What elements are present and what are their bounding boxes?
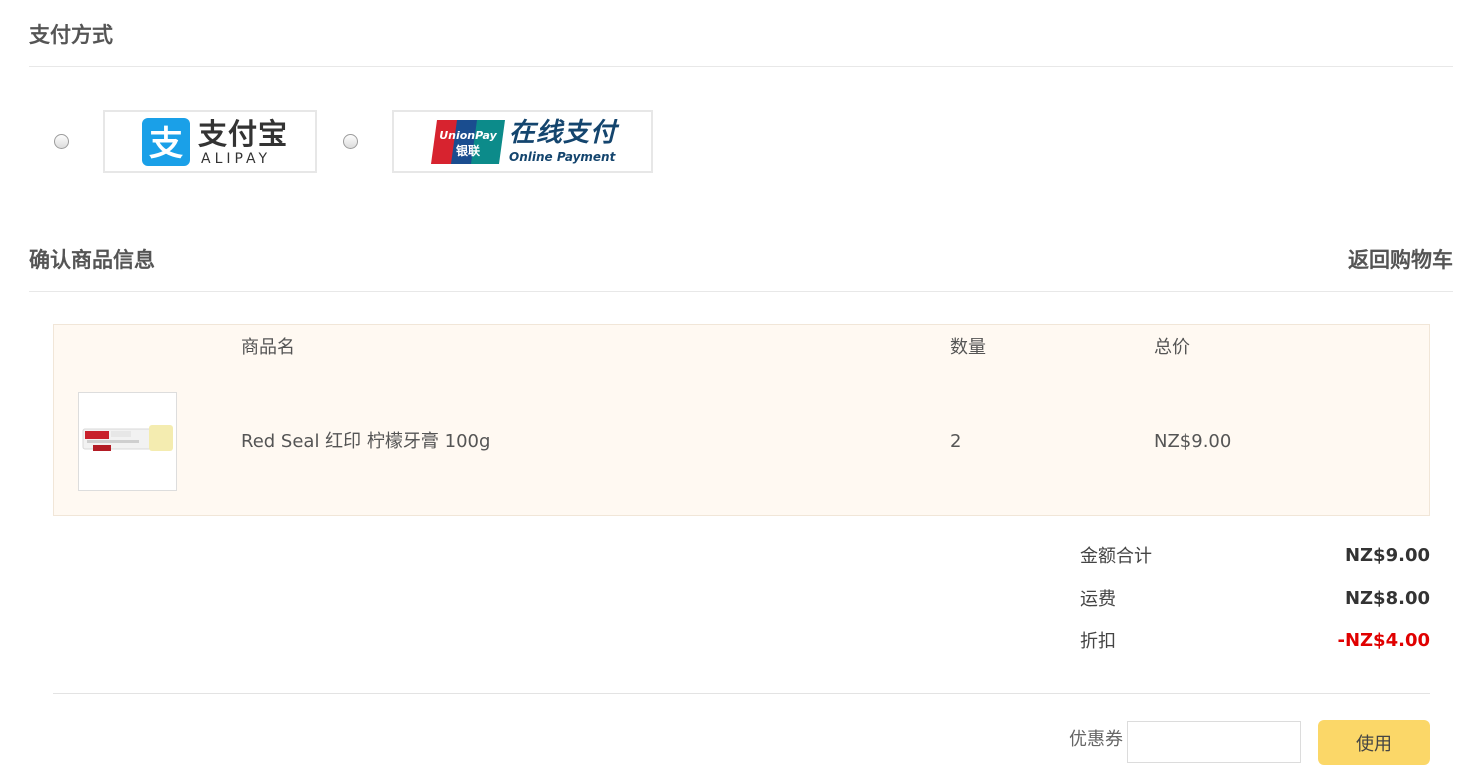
unionpay-logo-text: 在线支付	[509, 118, 618, 148]
subtotal-label: 金额合计	[1080, 546, 1152, 567]
unionpay-mark-text: UnionPay	[439, 129, 497, 142]
subtotal-value: NZ$9.00	[1344, 545, 1430, 566]
summary-divider	[53, 693, 1430, 694]
alipay-radio[interactable]	[54, 134, 69, 149]
alipay-logo-subtext: ALIPAY	[201, 151, 272, 167]
alipay-logo-text: 支付宝	[198, 117, 289, 151]
header-product-name: 商品名	[241, 337, 295, 358]
shipping-label: 运费	[1080, 589, 1116, 610]
svg-text:支: 支	[149, 124, 183, 164]
unionpay-radio[interactable]	[343, 134, 358, 149]
coupon-label: 优惠券	[1069, 729, 1123, 750]
alipay-option[interactable]: 支 支付宝 ALIPAY	[103, 110, 317, 173]
product-quantity: 2	[950, 431, 962, 452]
product-total: NZ$9.00	[1154, 431, 1232, 452]
unionpay-option[interactable]: UnionPay 银联 在线支付 Online Payment	[392, 110, 653, 173]
payment-section-header: 支付方式	[29, 20, 1453, 67]
header-total: 总价	[1154, 337, 1190, 358]
discount-value: -NZ$4.00	[1337, 630, 1430, 651]
confirm-section-title: 确认商品信息	[29, 248, 155, 272]
product-thumbnail[interactable]	[78, 392, 177, 491]
goods-table: 商品名 数量 总价 Red Seal 红印 柠檬牙膏 100g 2 NZ$9.0…	[53, 324, 1430, 516]
alipay-logo-icon: 支	[142, 118, 190, 166]
use-coupon-button[interactable]: 使用	[1318, 720, 1430, 765]
unionpay-logo-icon: UnionPay 银联	[431, 120, 505, 164]
unionpay-mark-cn-text: 银联	[456, 143, 480, 158]
confirm-section-header: 确认商品信息 返回购物车	[29, 245, 1453, 292]
payment-section-title: 支付方式	[29, 23, 113, 47]
product-name: Red Seal 红印 柠檬牙膏 100g	[241, 431, 491, 452]
header-quantity: 数量	[950, 337, 986, 358]
coupon-input[interactable]	[1127, 721, 1301, 763]
discount-label: 折扣	[1080, 631, 1116, 652]
back-to-cart-link[interactable]: 返回购物车	[1348, 245, 1453, 275]
unionpay-logo-subtext: Online Payment	[509, 150, 616, 164]
shipping-value: NZ$8.00	[1344, 588, 1430, 609]
